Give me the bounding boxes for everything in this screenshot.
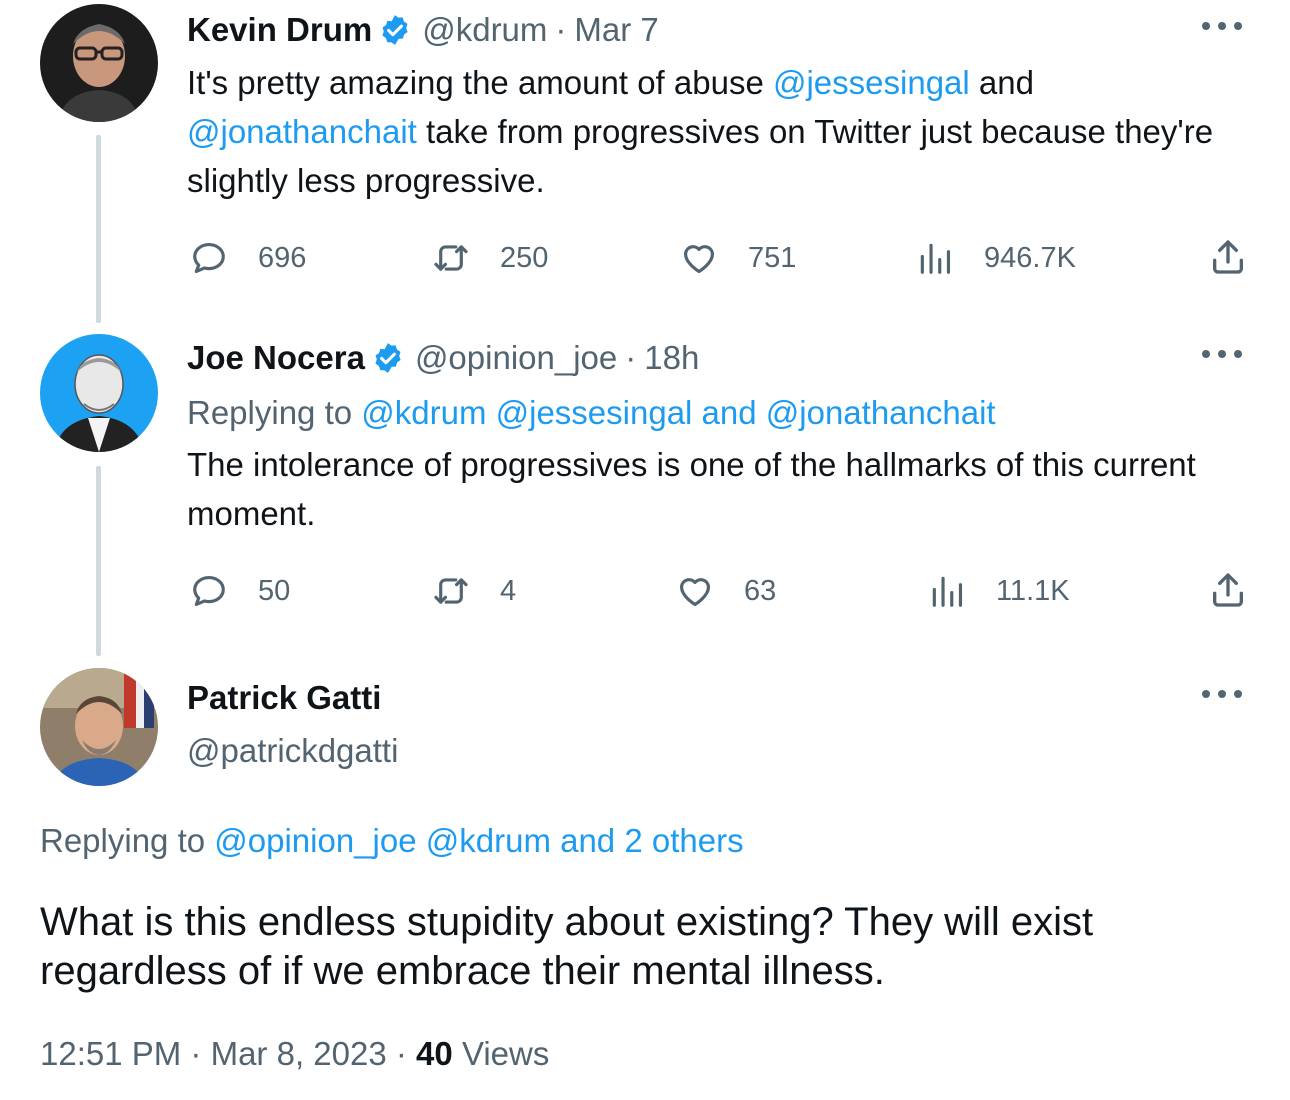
author-name[interactable]: Joe Nocera bbox=[187, 339, 365, 377]
avatar[interactable] bbox=[40, 668, 158, 786]
separator-dot: · bbox=[190, 1035, 211, 1072]
thread-line bbox=[96, 135, 101, 323]
text-segment: It's pretty amazing the amount of abuse bbox=[187, 64, 773, 101]
reply-count: 696 bbox=[258, 241, 307, 274]
like-button[interactable]: 751 bbox=[680, 233, 796, 283]
avatar[interactable] bbox=[40, 334, 158, 452]
thread-line bbox=[96, 466, 101, 656]
tweet-text: It's pretty amazing the amount of abuse … bbox=[187, 58, 1247, 205]
share-icon bbox=[1208, 237, 1248, 277]
heart-icon bbox=[680, 239, 718, 277]
tweet-actions: 50 4 63 11.1K bbox=[0, 566, 1290, 616]
views-count: 946.7K bbox=[984, 241, 1076, 274]
tweet-actions: 696 250 751 946.7K bbox=[0, 233, 1290, 283]
replying-prefix: Replying to bbox=[187, 394, 362, 431]
heart-icon bbox=[676, 572, 714, 610]
retweet-count: 250 bbox=[500, 241, 549, 274]
views-button[interactable]: 11.1K bbox=[928, 566, 1070, 616]
separator-dot: · bbox=[625, 339, 637, 376]
reply-icon bbox=[190, 239, 228, 277]
reply-targets[interactable]: @kdrum @jessesingal and @jonathanchait bbox=[361, 394, 995, 431]
reply-count: 50 bbox=[258, 574, 291, 607]
tweet-meta: 12:51 PM · Mar 8, 2023 · 40 Views bbox=[40, 1035, 549, 1073]
reply-button[interactable]: 50 bbox=[190, 566, 290, 616]
like-count: 63 bbox=[744, 574, 777, 607]
replying-to: Replying to @kdrum @jessesingal and @jon… bbox=[187, 388, 1247, 437]
retweet-count: 4 bbox=[500, 574, 517, 607]
reply-targets[interactable]: @opinion_joe @kdrum and 2 others bbox=[214, 822, 743, 859]
more-icon[interactable] bbox=[1202, 346, 1242, 362]
separator-dot: · bbox=[555, 11, 567, 48]
more-icon[interactable] bbox=[1202, 18, 1242, 34]
tweet-text: What is this endless stupidity about exi… bbox=[40, 900, 1094, 993]
avatar[interactable] bbox=[40, 4, 158, 122]
more-icon[interactable] bbox=[1202, 686, 1242, 702]
tweet-text: The intolerance of progressives is one o… bbox=[187, 446, 1196, 532]
views-icon bbox=[928, 572, 966, 610]
author-name[interactable]: Patrick Gatti bbox=[187, 679, 381, 717]
views-button[interactable]: 946.7K bbox=[916, 233, 1076, 283]
author-handle[interactable]: @kdrum bbox=[422, 11, 547, 49]
views-count: 40 bbox=[416, 1035, 453, 1072]
tweet-time[interactable]: 12:51 PM bbox=[40, 1035, 181, 1072]
retweet-icon bbox=[432, 572, 470, 610]
tweet-date[interactable]: Mar 8, 2023 bbox=[211, 1035, 387, 1072]
share-button[interactable] bbox=[1208, 237, 1248, 277]
replying-to: Replying to @opinion_joe @kdrum and 2 ot… bbox=[40, 822, 744, 860]
like-button[interactable]: 63 bbox=[676, 566, 776, 616]
retweet-button[interactable]: 250 bbox=[432, 233, 548, 283]
tweet-time[interactable]: Mar 7 bbox=[574, 11, 658, 49]
share-icon bbox=[1208, 570, 1248, 610]
author-handle[interactable]: @patrickdgatti bbox=[187, 732, 398, 769]
verified-badge-icon bbox=[371, 341, 405, 375]
replying-prefix: Replying to bbox=[40, 822, 215, 859]
text-segment: and bbox=[969, 64, 1034, 101]
author-handle[interactable]: @opinion_joe bbox=[415, 339, 617, 377]
views-label: Views bbox=[461, 1035, 550, 1072]
share-button[interactable] bbox=[1208, 570, 1248, 610]
retweet-icon bbox=[432, 239, 470, 277]
views-icon bbox=[916, 239, 954, 277]
reply-icon bbox=[190, 572, 228, 610]
reply-button[interactable]: 696 bbox=[190, 233, 306, 283]
author-name[interactable]: Kevin Drum bbox=[187, 11, 372, 49]
like-count: 751 bbox=[748, 241, 797, 274]
mention-link[interactable]: @jessesingal bbox=[773, 64, 970, 101]
verified-badge-icon bbox=[378, 13, 412, 47]
separator-dot: · bbox=[395, 1035, 417, 1072]
author-handle-row: @patrickdgatti bbox=[187, 726, 1247, 775]
views-count: 11.1K bbox=[996, 574, 1070, 607]
mention-link[interactable]: @jonathanchait bbox=[187, 113, 417, 150]
retweet-button[interactable]: 4 bbox=[432, 566, 516, 616]
tweet-time[interactable]: 18h bbox=[644, 339, 699, 377]
